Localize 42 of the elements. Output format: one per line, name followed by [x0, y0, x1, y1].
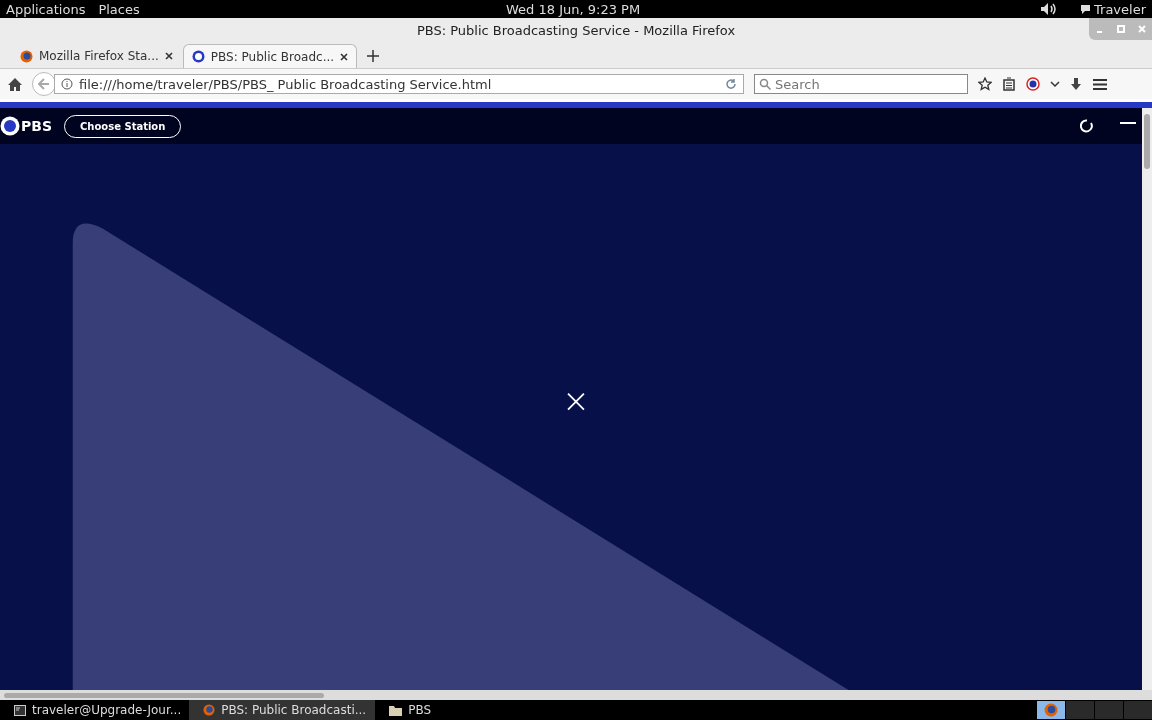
home-icon[interactable]: [8, 77, 22, 91]
bookmark-star-icon[interactable]: [978, 77, 992, 91]
close-tab-icon[interactable]: [340, 52, 349, 61]
pbs-logo[interactable]: PBS: [0, 116, 52, 136]
menu-icon[interactable]: [1092, 77, 1108, 91]
close-icon: [1137, 25, 1146, 33]
horizontal-scrollbar[interactable]: [0, 690, 1152, 700]
reading-list-icon[interactable]: [1002, 77, 1016, 91]
reload-icon[interactable]: [725, 78, 737, 90]
back-arrow-icon: [38, 78, 50, 90]
info-icon[interactable]: [61, 78, 73, 90]
terminal-icon: [14, 704, 26, 716]
minus-icon[interactable]: [1120, 121, 1136, 125]
new-tab-icon[interactable]: [367, 50, 380, 62]
search-field[interactable]: Search: [754, 74, 968, 94]
chat-bubble-icon: [1080, 3, 1091, 15]
taskbar-item[interactable]: PBS: [375, 700, 562, 720]
browser-tab[interactable]: PBS: Public Broadc...: [182, 44, 358, 68]
close-icon[interactable]: [567, 392, 585, 411]
taskbar-item[interactable]: PBS: Public Broadcasti...: [189, 700, 376, 720]
firefox-icon: [203, 704, 216, 716]
pbs-head-icon: [0, 116, 20, 136]
panel-menu[interactable]: Places: [98, 1, 140, 17]
firefox-icon: [1044, 703, 1058, 717]
download-icon[interactable]: [1070, 77, 1082, 91]
taskbar-item[interactable]: traveler@Upgrade-Jour...: [0, 700, 190, 720]
loading-ring-icon: [1080, 119, 1094, 133]
close-tab-icon[interactable]: [164, 52, 173, 60]
firefox-icon: [20, 49, 33, 63]
window-title: PBS: Public Broadcasting Service - Mozilla Firefox: [416, 22, 736, 38]
panel-menu[interactable]: Applications: [6, 1, 86, 17]
maximize-icon: [1116, 25, 1125, 33]
dropdown-caret-icon[interactable]: [1050, 80, 1060, 88]
browser-tab[interactable]: Mozilla Firefox Sta...: [12, 44, 181, 68]
panel-clock[interactable]: Wed 18 Jun, 9:23 PM: [506, 1, 641, 17]
user-menu[interactable]: Traveler: [1080, 1, 1146, 17]
volume-icon[interactable]: [1040, 2, 1058, 16]
workspace-button[interactable]: [1037, 701, 1065, 719]
search-icon: [759, 78, 771, 90]
folder-icon: [389, 704, 403, 716]
url-field[interactable]: file:///home/traveler/PBS/PBS_ Public Broadcasting Service.html: [54, 74, 744, 94]
vertical-scrollbar[interactable]: [1142, 108, 1152, 690]
